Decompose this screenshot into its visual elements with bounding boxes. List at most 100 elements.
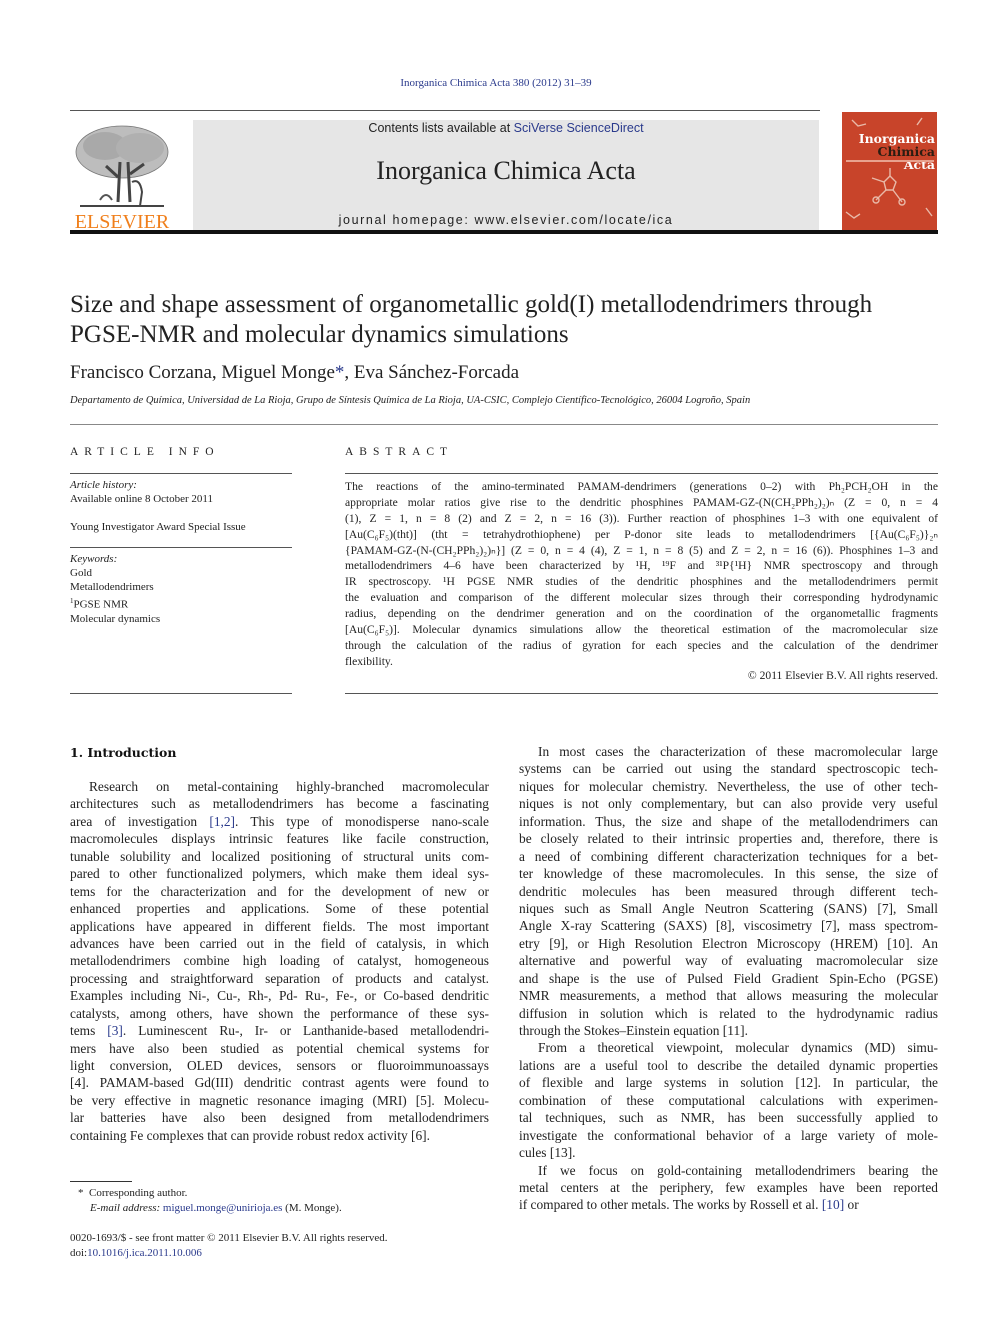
- abstract-line: metallodendrimers 4–6 have been characte…: [345, 559, 938, 573]
- footnote-corresponding-text: Corresponding author.: [89, 1187, 188, 1199]
- contents-prefix: Contents lists available at: [368, 121, 514, 135]
- journal-name: Inorganica Chimica Acta: [376, 156, 636, 185]
- abstract-bottom-rule: [345, 693, 938, 694]
- author-email-link[interactable]: miguel.monge@unirioja.es: [163, 1202, 283, 1214]
- body-text-line: metallodendrimers combine high loading o…: [70, 953, 489, 969]
- body-text-line: be very effective in magnetic resonance …: [70, 1092, 489, 1108]
- body-text-line: Research on metal-containing highly-bran…: [89, 779, 489, 794]
- body-text-line: applications have appeared in different …: [70, 918, 489, 934]
- body-text-line: niques is not only complementary, but ca…: [519, 796, 938, 812]
- citation-link[interactable]: [1,2]: [209, 814, 235, 829]
- body-text-line: mers have also been studied as potential…: [70, 1040, 489, 1056]
- contents-line: Contents lists available at SciVerse Sci…: [193, 121, 819, 135]
- body-text-line: dendritic molecules has been measured th…: [519, 883, 938, 899]
- abstract-line: (1), Z = 1, n = 8 (2) and Z = 2, n = 16 …: [345, 511, 938, 525]
- sciencedirect-link[interactable]: SciVerse ScienceDirect: [514, 121, 644, 135]
- body-text-line: alternative and powerful way of evaluati…: [519, 953, 938, 969]
- citation-link[interactable]: [3]: [107, 1023, 123, 1038]
- abstract-line: [Au(C₆F₅)(tht)] (tht = tetrahydrothiophe…: [345, 527, 938, 541]
- article-history: Article history: Available online 8 Octo…: [70, 478, 292, 534]
- body-text-line: a need of combining different characteri…: [519, 848, 938, 864]
- section-heading-introduction: 1. Introduction: [70, 745, 177, 760]
- body-text-line: NMR measurements, a method that allows m…: [519, 988, 938, 1004]
- body-text-line: area of investigation [1,2]. This type o…: [70, 813, 489, 829]
- body-text-line: tems [3]. Luminescent Ru-, Ir- or Lantha…: [70, 1023, 489, 1039]
- cover-molecule-icon: [845, 117, 933, 219]
- keywords-rule: [70, 547, 292, 548]
- body-text-line: From a theoretical viewpoint, molecular …: [538, 1040, 938, 1056]
- body-text-line: If we focus on gold-containing metallode…: [538, 1162, 938, 1178]
- abstract-top-rule: [345, 473, 938, 474]
- footnote-star: *: [78, 1187, 84, 1199]
- body-text-line: lations are a useful tool to describe th…: [519, 1057, 938, 1073]
- authors-part2: , Eva Sánchez-Forcada: [344, 362, 519, 383]
- journal-homepage-link[interactable]: journal homepage: www.elsevier.com/locat…: [193, 213, 819, 227]
- body-text-line: information. Thus, the size and shape of…: [519, 813, 938, 829]
- doi-label: doi:: [70, 1246, 88, 1259]
- body-text-line: metal centers at the periphery, few exam…: [519, 1179, 938, 1195]
- history-label: Article history:: [70, 479, 137, 491]
- body-text-line: Examples including Ni-, Cu-, Rh-, Pd- Ru…: [70, 988, 489, 1004]
- header-top-rule: [70, 110, 820, 111]
- author-list: Francisco Corzana, Miguel Monge*, Eva Sá…: [70, 362, 519, 384]
- body-text-line: Angle X-ray Scattering (SAXS) [8], visco…: [519, 918, 938, 934]
- body-text-line: architectures such as metallodendrimers …: [70, 796, 489, 812]
- body-text-line: macromolecules displays intrinsic featur…: [70, 831, 489, 847]
- doi-line: doi:10.1016/j.ica.2011.10.006: [70, 1246, 500, 1261]
- abstract-line: {PAMAM-GZ-(N-(CH₂PPh₂)₂)ₙ}] (Z = 0, n = …: [345, 543, 938, 557]
- doi-link[interactable]: 10.1016/j.ica.2011.10.006: [87, 1247, 202, 1259]
- body-text-line: etry [9], or High Resolution Electron Mi…: [519, 935, 938, 951]
- article-title-line1: Size and shape assessment of organometal…: [70, 291, 873, 318]
- elsevier-logo[interactable]: ELSEVIER: [70, 122, 174, 232]
- affiliation-rule: [70, 424, 938, 425]
- body-text-line: [4]. PAMAM-based Gd(III) dendritic contr…: [70, 1075, 489, 1091]
- footnote-corresponding: * Corresponding author.: [70, 1186, 500, 1201]
- body-text-line: In most cases the characterization of th…: [538, 744, 938, 759]
- body-text-line: containing Fe complexes that can provide…: [70, 1127, 430, 1143]
- keyword-item: Gold: [70, 567, 92, 579]
- article-info-heading: ARTICLE INFO: [70, 446, 220, 458]
- header-thick-rule: [70, 230, 938, 234]
- body-text-line: light conversion, OLED devices, sensors …: [70, 1058, 489, 1073]
- body-text-line: and shape is the use of Pulsed Field Gra…: [519, 970, 938, 986]
- journal-cover-image[interactable]: Inorganica Chimica Acta: [842, 112, 937, 230]
- email-suffix: (M. Monge).: [282, 1201, 342, 1214]
- abstract-line: the evaluation and comparison of the dif…: [345, 591, 938, 605]
- abstract-line: IR spectroscopy. ¹H PGSE NMR studies of …: [345, 575, 938, 589]
- body-text-line: systems can be carried out using the sta…: [519, 761, 938, 777]
- keyword-text: PGSE NMR: [73, 598, 129, 611]
- body-text-line: enhanced properties and applications. So…: [70, 901, 489, 917]
- article-title: Size and shape assessment of organometal…: [70, 290, 950, 350]
- corresponding-author-link[interactable]: *: [335, 362, 345, 383]
- elsevier-wordmark: ELSEVIER: [74, 211, 170, 233]
- body-text-line: niques for molecular chemistry. Neverthe…: [519, 778, 938, 794]
- article-title-line2: PGSE-NMR and molecular dynamics simulati…: [70, 321, 569, 348]
- abstract-heading: ABSTRACT: [345, 446, 454, 458]
- keyword-item: 1PGSE NMR: [70, 594, 292, 612]
- abstract-line: radius, depending on the dendrimer gener…: [345, 607, 938, 621]
- body-text-line: if compared to other metals. The works b…: [519, 1197, 859, 1213]
- body-column-left: Research on metal-containing highly-bran…: [70, 778, 489, 1144]
- abstract-line: flexibility.: [345, 654, 393, 668]
- article-info-bottom-rule: [70, 693, 292, 694]
- available-online-date: Available online 8 October 2011: [70, 493, 213, 505]
- journal-reference-link[interactable]: Inorganica Chimica Acta 380 (2012) 31–39: [0, 77, 992, 89]
- body-text-line: investigate the conformational behavior …: [519, 1127, 938, 1143]
- body-text-line: ter knowledge of these macromolecules. I…: [519, 866, 938, 882]
- body-text-line: through the Stokes–Einstein equation [11…: [519, 1023, 748, 1038]
- body-text-line: tems for the characterization and for th…: [70, 883, 489, 899]
- issn-copyright-line: 0020-1693/$ - see front matter © 2011 El…: [70, 1232, 388, 1244]
- body-text-line: processing and straightforward separatio…: [70, 970, 489, 986]
- keywords-list: Keywords: Gold Metallodendrimers 1PGSE N…: [70, 552, 292, 626]
- footnote-rule: [70, 1181, 132, 1182]
- body-text-line: cules [13].: [519, 1145, 576, 1161]
- abstract-line: The reactions of the amino-terminated PA…: [345, 480, 938, 493]
- author-affiliation: Departamento de Química, Universidad de …: [70, 395, 751, 406]
- body-text-line: tal techniques, such as NMR, has been su…: [519, 1110, 938, 1126]
- abstract-line: through the calculation of the radius of…: [345, 638, 938, 652]
- front-matter: 0020-1693/$ - see front matter © 2011 El…: [70, 1231, 500, 1260]
- email-label: E-mail address:: [90, 1201, 163, 1214]
- body-text-line: niques such as Small Angle Neutron Scatt…: [519, 900, 938, 916]
- citation-link[interactable]: [10]: [822, 1197, 844, 1212]
- keyword-item: Molecular dynamics: [70, 612, 161, 625]
